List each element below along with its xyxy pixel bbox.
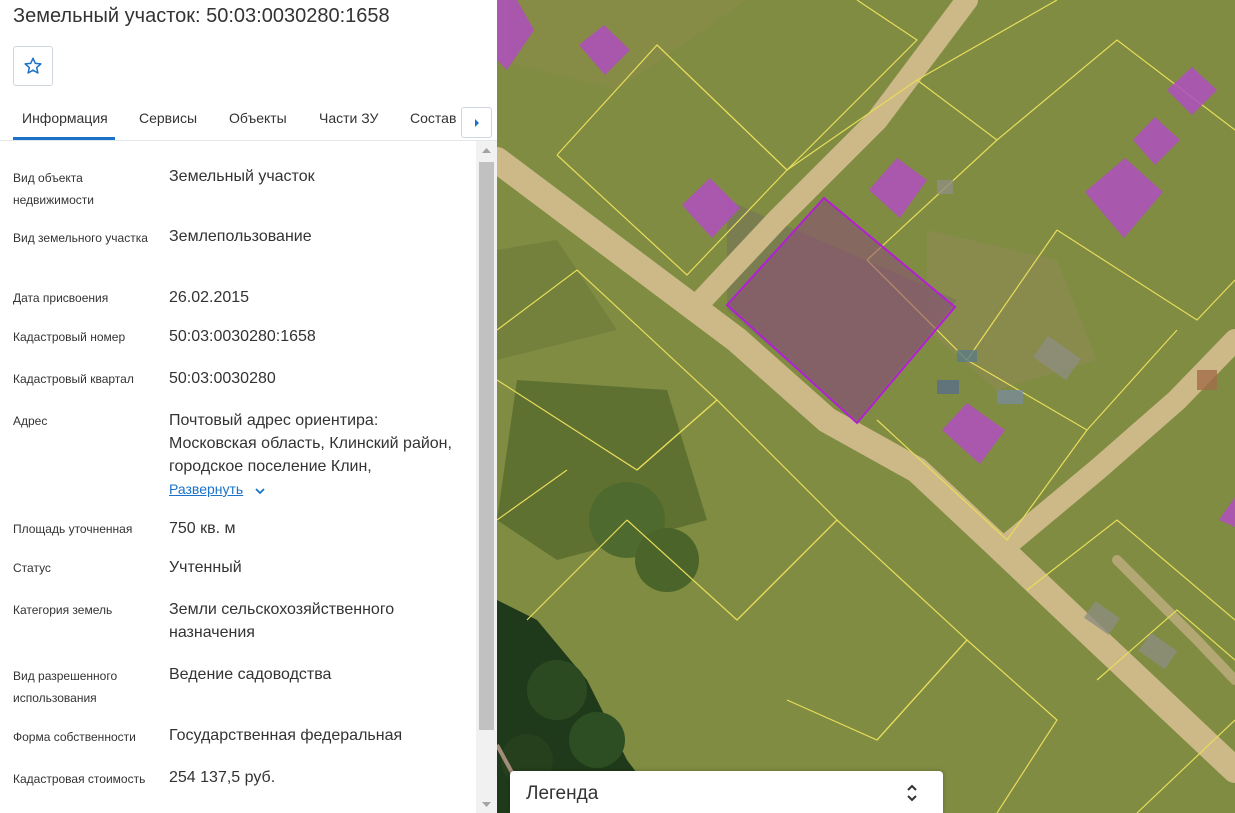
favorite-button[interactable] bbox=[13, 46, 53, 86]
row-label-land-category: Категория земель bbox=[13, 603, 113, 617]
row-label-cadastral-value: Кадастровая стоимость bbox=[13, 772, 146, 786]
row-value-land-category: Земли сельскохозяйственного назначения bbox=[169, 601, 395, 641]
page-title: Земельный участок: 50:03:0030280:1658 bbox=[13, 5, 390, 27]
map-view[interactable] bbox=[497, 0, 1235, 813]
tab-parts[interactable]: Части ЗУ bbox=[319, 110, 378, 126]
scroll-down-arrow-icon[interactable] bbox=[482, 802, 491, 808]
row-label-cadastral-quarter: Кадастровый квартал bbox=[13, 372, 134, 386]
map-legend[interactable]: Легенда bbox=[510, 771, 943, 813]
scroll-up-arrow-icon[interactable] bbox=[482, 147, 491, 153]
tab-objects[interactable]: Объекты bbox=[229, 110, 287, 126]
row-label-land-type: Вид земельного участка bbox=[13, 231, 148, 245]
row-value-ownership: Государственная федеральная bbox=[169, 727, 403, 744]
info-list: Вид объекта недвижимости Земельный участ… bbox=[0, 141, 476, 813]
tab-composition[interactable]: Состав bbox=[410, 110, 456, 126]
row-value-land-type: Землепользование bbox=[169, 228, 312, 245]
row-label-assign-date: Дата присвоения bbox=[13, 291, 109, 305]
info-panel: Земельный участок: 50:03:0030280:1658 Ин… bbox=[0, 0, 497, 813]
tab-information[interactable]: Информация bbox=[22, 110, 108, 126]
row-value-area: 750 кв. м bbox=[169, 520, 236, 537]
chevron-up-down-icon[interactable] bbox=[905, 781, 919, 805]
tab-bar: Информация Сервисы Объекты Части ЗУ Сост… bbox=[0, 96, 497, 141]
star-icon bbox=[24, 57, 42, 74]
row-value-cadastral-quarter: 50:03:0030280 bbox=[169, 370, 276, 387]
row-label-ownership: Форма собственности bbox=[13, 730, 136, 744]
active-tab-indicator bbox=[13, 137, 115, 140]
legend-title: Легенда bbox=[526, 783, 599, 804]
row-value-assign-date: 26.02.2015 bbox=[169, 289, 250, 306]
row-value-object-type: Земельный участок bbox=[169, 168, 315, 185]
expand-address-link[interactable]: Развернуть bbox=[169, 481, 243, 497]
chevron-down-icon[interactable] bbox=[253, 484, 267, 498]
row-label-address: Адрес bbox=[13, 414, 48, 428]
row-value-cadastral-value: 254 137,5 руб. bbox=[169, 769, 276, 786]
row-value-cadastral-number: 50:03:0030280:1658 bbox=[169, 328, 316, 345]
row-value-address: Почтовый адрес ориентира: Московская обл… bbox=[169, 412, 452, 475]
tabs-scroll-right-button[interactable] bbox=[461, 107, 492, 138]
row-label-permitted-use: Вид разрешенного использования bbox=[13, 669, 118, 705]
satellite-map-image[interactable] bbox=[497, 0, 1235, 813]
row-label-area: Площадь уточненная bbox=[13, 522, 133, 536]
row-value-permitted-use: Ведение садоводства bbox=[169, 666, 332, 683]
row-value-status: Учтенный bbox=[169, 559, 242, 576]
scroll-thumb[interactable] bbox=[479, 162, 494, 730]
row-label-object-type: Вид объекта недвижимости bbox=[13, 171, 94, 207]
row-label-cadastral-number: Кадастровый номер bbox=[13, 330, 126, 344]
row-label-status: Статус bbox=[13, 561, 51, 575]
caret-right-icon bbox=[474, 118, 479, 127]
panel-scrollbar[interactable] bbox=[476, 141, 497, 813]
tab-services[interactable]: Сервисы bbox=[139, 110, 197, 126]
